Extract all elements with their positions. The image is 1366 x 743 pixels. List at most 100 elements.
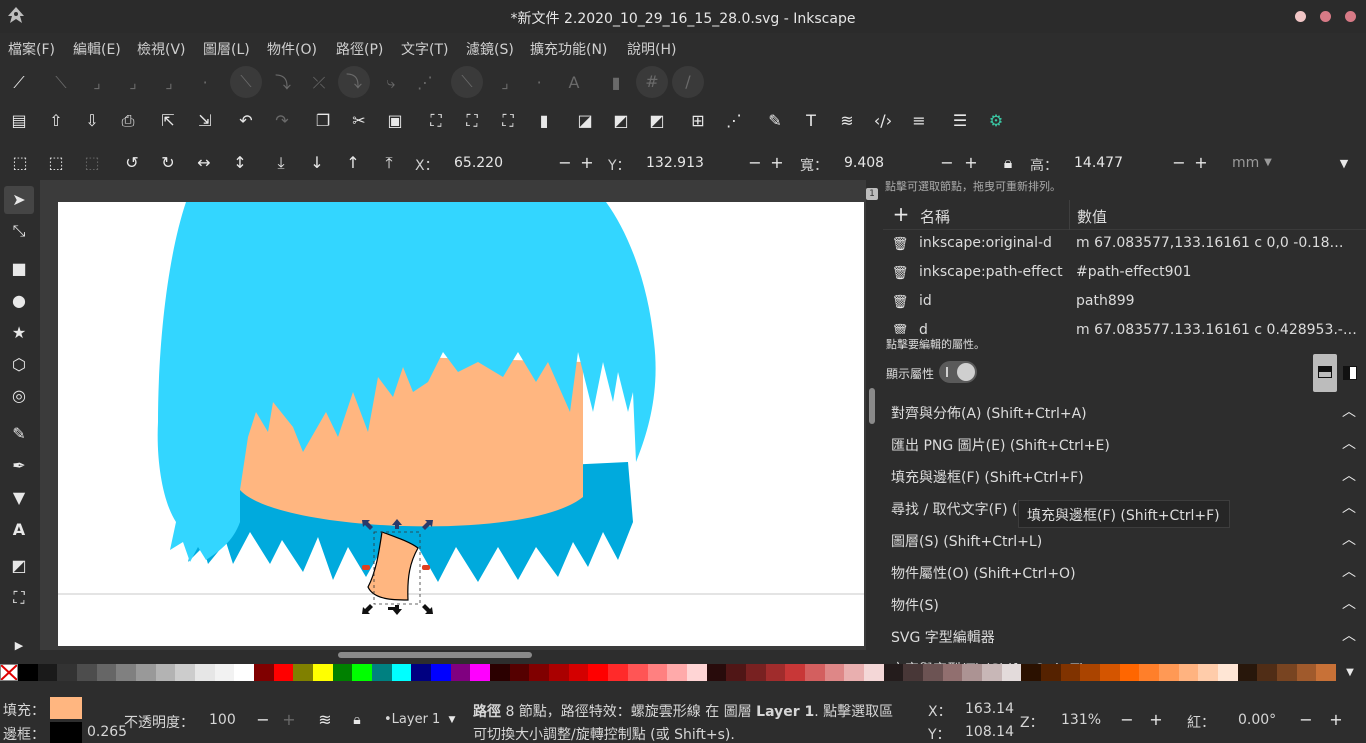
copy-icon[interactable]: ❐ [313, 111, 333, 131]
palette-swatch[interactable] [765, 664, 786, 681]
chevron-up-icon[interactable]: ︿ [1341, 532, 1357, 548]
scale-handles-bottom[interactable] [362, 604, 433, 615]
open-icon[interactable]: ⇧ [46, 111, 66, 131]
more-tools-icon[interactable]: ▶ [9, 635, 29, 655]
attribute-value[interactable]: m 67.083577,133.16161 c 0.428953,-… [1076, 322, 1356, 334]
zoom-page-width-icon[interactable]: ▮ [534, 111, 554, 131]
paste-icon[interactable]: ▣ [385, 111, 405, 131]
select-all-icon[interactable]: ⬚ [10, 153, 30, 173]
palette-swatch[interactable] [391, 664, 412, 681]
deselect-icon[interactable]: ⬚ [82, 153, 102, 173]
snap-text-baseline-icon[interactable]: A [563, 72, 585, 94]
menu-path[interactable]: 路徑(P) [336, 39, 383, 59]
chevron-up-icon[interactable]: ︿ [1341, 436, 1357, 452]
undo-icon[interactable]: ↶ [236, 111, 256, 131]
layout-horizontal-button[interactable] [1313, 354, 1337, 392]
attribute-name[interactable]: inkscape:original-d [919, 235, 1069, 251]
canvas-page[interactable] [58, 202, 864, 646]
node-tool-icon[interactable]: ⤡ [9, 220, 29, 242]
palette-swatch[interactable] [490, 664, 510, 681]
dock-item[interactable]: 物件屬性(O) (Shift+Ctrl+O) ︿ [883, 556, 1356, 588]
y-input[interactable]: 132.913 [638, 150, 738, 176]
palette-swatch[interactable] [1080, 664, 1100, 681]
selector-tool-icon[interactable]: ➤ [4, 186, 34, 214]
duplicate-icon[interactable]: ◪ [575, 111, 595, 131]
palette-swatch[interactable] [942, 664, 963, 681]
snap-toggle-icon[interactable]: ⟋ [8, 72, 30, 94]
ruler-toggle-icon[interactable]: 1 [866, 188, 878, 200]
show-attr-toggle[interactable] [939, 361, 977, 383]
palette-swatch[interactable] [175, 664, 196, 681]
group-icon[interactable]: ⊞ [688, 111, 708, 131]
attribute-value[interactable]: #path-effect901 [1076, 264, 1356, 280]
pencil-tool-icon[interactable]: ✎ [9, 423, 29, 445]
palette-swatch[interactable] [1001, 664, 1022, 681]
rotate-input[interactable]: 0.00° [1238, 712, 1276, 728]
palette-swatch[interactable] [903, 664, 923, 681]
handle-sw[interactable] [362, 604, 373, 614]
dock-item[interactable]: 對齊與分佈(A) (Shift+Ctrl+A) ︿ [883, 396, 1356, 428]
delete-attribute-icon[interactable]: 🗑︎ [892, 265, 909, 281]
palette-swatch[interactable] [96, 664, 117, 681]
snap-smooth-icon[interactable]: ⤷ [380, 72, 402, 94]
palette-swatch[interactable] [1316, 664, 1337, 681]
delete-attribute-icon[interactable]: 🗑︎ [892, 236, 909, 252]
palette-swatch[interactable] [1040, 664, 1061, 681]
palette-swatch[interactable] [136, 664, 156, 681]
stroke-swatch[interactable] [50, 722, 82, 743]
raise-icon[interactable]: ↑ [343, 153, 363, 173]
palette-swatch[interactable] [332, 664, 353, 681]
opacity-increment-icon[interactable]: + [280, 711, 298, 729]
palette-menu-icon[interactable]: ▼ [1342, 664, 1358, 681]
menu-extensions[interactable]: 擴充功能(N) [530, 39, 607, 59]
palette-swatch[interactable] [57, 664, 78, 681]
zoom-selection-icon[interactable]: ⛶ [426, 111, 446, 131]
chevron-up-icon[interactable]: ︿ [1341, 468, 1357, 484]
palette-swatch[interactable] [1178, 664, 1199, 681]
chevron-up-icon[interactable]: ︿ [1341, 596, 1357, 612]
toolbar-overflow-icon[interactable]: ▼ [1336, 154, 1352, 172]
snap-midpoint-icon[interactable]: ⋰ [414, 72, 436, 94]
width-decrement-icon[interactable]: − [938, 153, 956, 173]
lock-ratio-icon[interactable]: 🔒︎ [998, 153, 1018, 173]
close-button[interactable] [1345, 11, 1356, 22]
layer-dropdown-icon[interactable]: ▼ [446, 712, 458, 728]
palette-swatch[interactable] [981, 664, 1002, 681]
dock-item[interactable]: 圖層(S) (Shift+Ctrl+L) ︿ [883, 524, 1356, 556]
palette-swatch[interactable] [155, 664, 176, 681]
document-properties-icon[interactable]: ⚙ [986, 111, 1006, 131]
palette-swatch[interactable] [962, 664, 982, 681]
palette-swatch[interactable] [293, 664, 314, 681]
palette-swatch[interactable] [1296, 664, 1317, 681]
current-layer-select[interactable]: •Layer 1 [384, 712, 440, 727]
3d-box-tool-icon[interactable]: ⬡ [9, 354, 29, 376]
unlink-clone-icon[interactable]: ◩ [647, 111, 667, 131]
text-font-icon[interactable]: T [801, 111, 821, 131]
snap-bbox-edge-icon[interactable]: ⌟ [86, 72, 108, 94]
delete-attribute-icon[interactable]: 🗑︎ [892, 323, 909, 335]
palette-swatch[interactable] [1257, 664, 1277, 681]
new-document-icon[interactable]: ▤ [9, 111, 29, 131]
palette-swatch[interactable] [313, 664, 333, 681]
delete-attribute-icon[interactable]: 🗑︎ [892, 294, 909, 310]
width-input[interactable]: 9.408 [836, 150, 926, 176]
palette-swatch[interactable] [785, 664, 805, 681]
save-icon[interactable]: ⇩ [82, 111, 102, 131]
palette-swatch[interactable] [195, 664, 215, 681]
raise-top-icon[interactable]: ⤒ [379, 153, 399, 173]
palette-swatch[interactable] [922, 664, 943, 681]
select-all-layers-icon[interactable]: ⬚ [46, 153, 66, 173]
palette-swatch[interactable] [1060, 664, 1081, 681]
palette-swatch[interactable] [608, 664, 628, 681]
height-decrement-icon[interactable]: − [1170, 153, 1188, 173]
menu-text[interactable]: 文字(T) [401, 39, 448, 59]
palette-swatch[interactable] [273, 664, 294, 681]
attribute-value[interactable]: m 67.083577,133.16161 c 0,0 -0.18… [1076, 235, 1356, 251]
palette-swatch[interactable] [686, 664, 707, 681]
x-input[interactable]: 65.220 [446, 150, 546, 176]
cut-icon[interactable]: ✂ [349, 111, 369, 131]
layers-icon[interactable]: ≋ [837, 111, 857, 131]
import-icon[interactable]: ⇱ [158, 111, 178, 131]
zoom-page-icon[interactable]: ⛶ [498, 111, 518, 131]
palette-swatch[interactable] [667, 664, 687, 681]
